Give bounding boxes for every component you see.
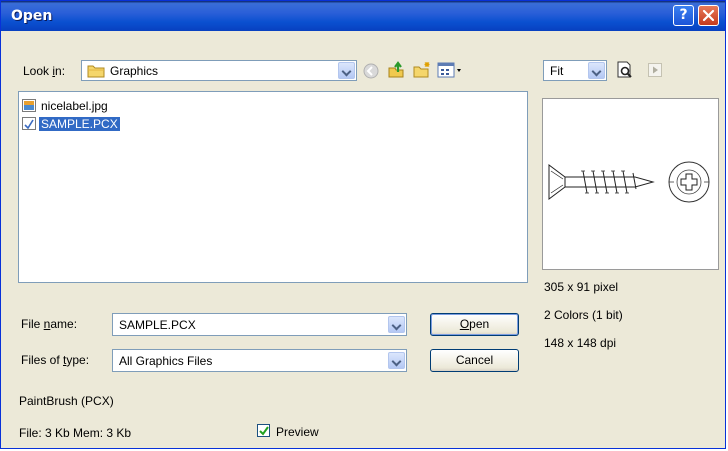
file-name-label: File name: bbox=[21, 317, 78, 331]
file-name-value: SAMPLE.PCX bbox=[119, 318, 196, 332]
checkmark-icon bbox=[259, 426, 269, 436]
folder-icon bbox=[87, 65, 105, 78]
image-dimensions: 305 x 91 pixel bbox=[544, 280, 619, 294]
close-icon bbox=[702, 9, 715, 22]
file-name-input[interactable]: SAMPLE.PCX bbox=[112, 313, 407, 336]
print-preview-icon[interactable] bbox=[615, 60, 635, 80]
chevron-down-icon[interactable] bbox=[588, 62, 605, 79]
up-folder-icon[interactable] bbox=[387, 61, 405, 79]
cancel-button[interactable]: Cancel bbox=[430, 349, 519, 372]
preview-checkbox-label[interactable]: Preview bbox=[276, 425, 319, 439]
image-resolution: 148 x 148 dpi bbox=[544, 336, 617, 350]
open-button[interactable]: Open bbox=[430, 313, 519, 336]
screw-preview-image bbox=[548, 161, 710, 203]
list-item-sample-pcx[interactable]: SAMPLE.PCX bbox=[22, 115, 120, 132]
open-dialog: Open ? Look in: Graphics Fit nicelabel.j… bbox=[0, 0, 726, 449]
back-icon[interactable] bbox=[363, 63, 379, 79]
title-bar[interactable]: Open ? bbox=[1, 1, 725, 31]
file-name: nicelabel.jpg bbox=[41, 98, 108, 113]
preview-checkbox[interactable] bbox=[257, 424, 270, 437]
pcx-file-icon bbox=[22, 117, 36, 130]
chevron-down-icon[interactable] bbox=[388, 316, 405, 333]
look-in-combo[interactable]: Graphics bbox=[81, 60, 357, 81]
chevron-down-icon[interactable] bbox=[338, 62, 355, 79]
zoom-combo[interactable]: Fit bbox=[543, 60, 607, 81]
preview-pane bbox=[542, 98, 719, 270]
look-in-value: Graphics bbox=[110, 64, 159, 78]
file-type-select[interactable]: All Graphics Files bbox=[112, 349, 407, 372]
format-info: PaintBrush (PCX) bbox=[19, 394, 114, 408]
file-type-label: Files of type: bbox=[21, 353, 90, 367]
new-folder-icon[interactable] bbox=[413, 61, 431, 79]
chevron-down-icon[interactable] bbox=[388, 352, 405, 369]
help-icon: ? bbox=[679, 7, 688, 23]
file-name: SAMPLE.PCX bbox=[39, 116, 120, 131]
jpg-file-icon bbox=[22, 99, 36, 112]
play-icon[interactable] bbox=[648, 63, 662, 77]
window-title: Open bbox=[11, 8, 53, 24]
views-menu-icon[interactable] bbox=[437, 62, 463, 78]
file-type-value: All Graphics Files bbox=[119, 354, 213, 368]
zoom-value: Fit bbox=[550, 64, 564, 78]
help-button[interactable]: ? bbox=[673, 5, 694, 26]
image-colors: 2 Colors (1 bit) bbox=[544, 308, 623, 322]
size-info: File: 3 Kb Mem: 3 Kb bbox=[19, 426, 132, 440]
file-list[interactable]: nicelabel.jpg SAMPLE.PCX bbox=[18, 91, 528, 283]
list-item-nicelabel[interactable]: nicelabel.jpg bbox=[22, 97, 110, 114]
look-in-label: Look in: bbox=[23, 64, 66, 78]
close-button[interactable] bbox=[698, 5, 719, 26]
